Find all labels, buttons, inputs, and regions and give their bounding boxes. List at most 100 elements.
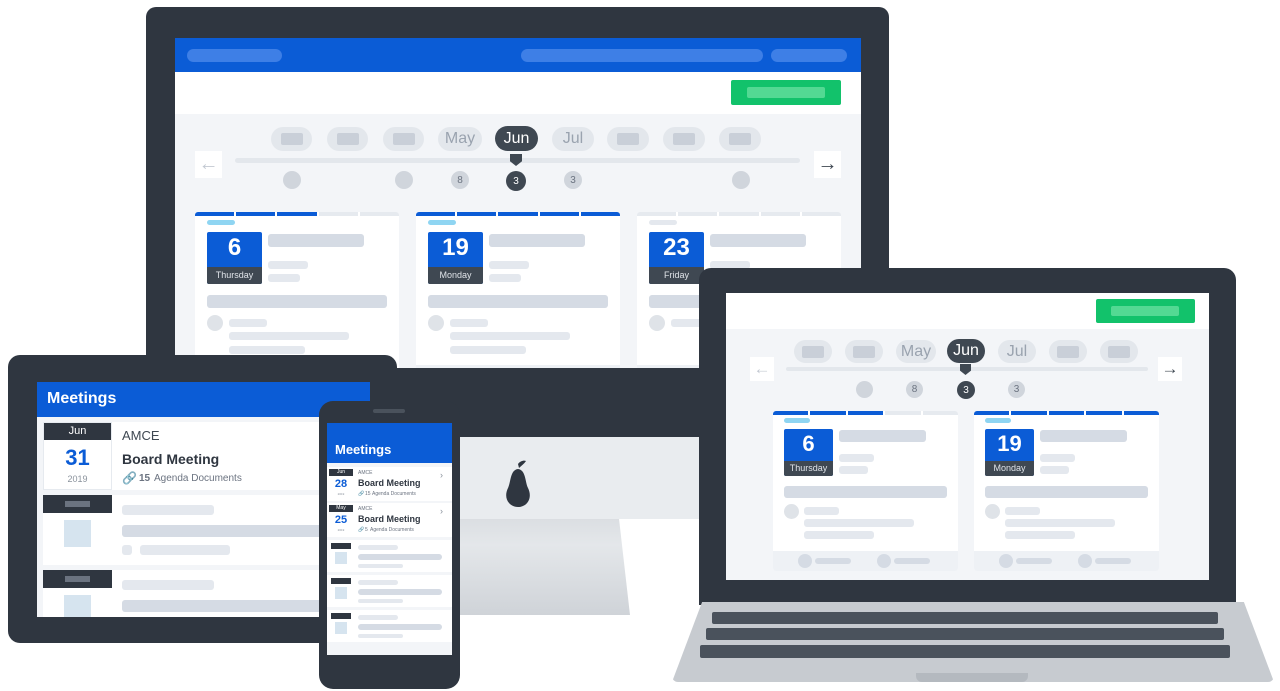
meeting-date-badge: 23 Friday <box>649 232 704 284</box>
meeting-date-block: Jun 31 2019 <box>43 422 112 490</box>
timeline-marker[interactable] <box>510 154 522 166</box>
meeting-card[interactable]: 19 Monday <box>974 411 1159 571</box>
paperclip-icon: 🔗 <box>358 491 365 497</box>
arrow-left-icon[interactable]: ← <box>750 357 774 381</box>
phone-header-title: Meetings <box>335 442 392 457</box>
desktop-brand-placeholder[interactable] <box>187 49 282 62</box>
list-item[interactable]: Jun 28 2019 AMCE Board Meeting 🔗 15 Agen… <box>327 467 452 501</box>
meeting-date: 6 <box>802 431 815 456</box>
timeline-dot-badge[interactable]: 3 <box>1008 381 1025 398</box>
timeline-dot[interactable] <box>283 171 301 189</box>
month-pill[interactable] <box>271 127 312 151</box>
timeline-dot-badge[interactable]: 8 <box>906 381 923 398</box>
desktop-toolbar <box>175 72 861 114</box>
month-pill[interactable] <box>845 340 883 363</box>
timeline-dot-badge[interactable]: 3 <box>506 171 526 191</box>
meeting-weekday: Monday <box>428 267 483 284</box>
meeting-org: AMCE <box>122 428 160 443</box>
agenda-docs-count[interactable]: 15 <box>365 491 371 497</box>
meeting-card[interactable]: 19 Monday <box>416 212 620 368</box>
arrow-right-icon[interactable]: → <box>1158 357 1182 381</box>
meeting-weekday: Thursday <box>784 461 833 476</box>
list-item[interactable] <box>327 540 452 572</box>
meeting-date-badge: 6 Thursday <box>207 232 262 284</box>
month-pill-jun[interactable]: Jun <box>495 126 538 151</box>
laptop-trackpad-edge <box>916 673 1028 682</box>
month-pill-jul[interactable]: Jul <box>552 127 594 151</box>
meeting-month: May <box>329 505 353 512</box>
month-pill-jun[interactable]: Jun <box>947 339 985 363</box>
timeline-dot[interactable] <box>395 171 413 189</box>
meeting-org: AMCE <box>358 506 373 512</box>
timeline-dot[interactable] <box>732 171 750 189</box>
meeting-title[interactable]: Board Meeting <box>122 451 219 467</box>
month-pill-may[interactable]: May <box>438 127 482 151</box>
meeting-day: 31 <box>65 445 90 470</box>
meeting-card[interactable]: 6 Thursday <box>773 411 958 571</box>
pear-icon <box>500 460 536 508</box>
paperclip-icon: 🔗 <box>358 527 365 533</box>
month-pill-may[interactable]: May <box>896 340 936 363</box>
meeting-weekday: Monday <box>985 461 1034 476</box>
month-pill[interactable] <box>663 127 705 151</box>
timeline-dot-badge[interactable]: 3 <box>564 171 582 189</box>
laptop-add-meeting-button[interactable] <box>1096 299 1195 323</box>
meeting-year: 2019 <box>337 528 345 532</box>
phone-screen: Meetings Jun 28 2019 AMCE Board Meeting … <box>327 423 452 655</box>
tablet-header-title: Meetings <box>47 390 117 407</box>
list-item[interactable] <box>327 575 452 607</box>
agenda-docs-label[interactable]: Agenda Documents <box>370 527 414 533</box>
list-item[interactable] <box>327 610 452 642</box>
meeting-card[interactable]: 6 Thursday <box>195 212 399 368</box>
laptop-screen: May Jun Jul ← → 8 3 3 6 Thursday 19 Mond… <box>726 293 1209 580</box>
laptop-keyboard-row <box>700 645 1230 658</box>
timeline-dot-badge[interactable]: 3 <box>957 381 975 399</box>
laptop-keyboard-row <box>706 628 1224 640</box>
meeting-date: 19 <box>442 234 469 261</box>
timeline-dot-badge[interactable]: 8 <box>451 171 469 189</box>
meeting-date-badge: 19 Monday <box>985 429 1034 476</box>
agenda-docs-count[interactable]: 15 <box>139 473 150 484</box>
meeting-title[interactable]: Board Meeting <box>358 478 421 488</box>
meeting-date-badge: 6 Thursday <box>784 429 833 476</box>
meeting-date: 19 <box>997 431 1022 456</box>
month-pill[interactable] <box>383 127 424 151</box>
phone-header: Meetings <box>327 423 452 463</box>
desktop-add-meeting-button[interactable] <box>731 80 841 105</box>
meeting-month: Jun <box>329 469 353 476</box>
meeting-month: Jun <box>44 423 111 440</box>
desktop-top-bar <box>175 38 861 72</box>
phone-speaker <box>373 409 405 413</box>
timeline-dot[interactable] <box>856 381 873 398</box>
month-pill[interactable] <box>1100 340 1138 363</box>
meeting-year: 2019 <box>67 474 88 484</box>
laptop-keyboard-row <box>712 612 1218 624</box>
agenda-docs-count[interactable]: 5 <box>365 527 368 533</box>
meeting-weekday: Thursday <box>207 267 262 284</box>
month-pill[interactable] <box>794 340 832 363</box>
desktop-nav-placeholder[interactable] <box>521 49 763 62</box>
desktop-user-placeholder[interactable] <box>771 49 847 62</box>
paperclip-icon: 🔗 <box>122 471 137 485</box>
meeting-day: 25 <box>334 514 348 526</box>
laptop-toolbar <box>726 293 1209 329</box>
month-pill[interactable] <box>719 127 761 151</box>
list-item[interactable]: May 25 2019 AMCE Board Meeting 🔗 5 Agend… <box>327 503 452 537</box>
month-pill[interactable] <box>607 127 649 151</box>
timeline-marker[interactable] <box>960 364 971 375</box>
meeting-date: 6 <box>227 234 242 261</box>
agenda-docs-label[interactable]: Agenda Documents <box>372 491 416 497</box>
agenda-docs-label[interactable]: Agenda Documents <box>154 473 242 484</box>
meeting-title[interactable]: Board Meeting <box>358 514 421 524</box>
meeting-weekday: Friday <box>649 267 704 284</box>
meeting-date: 23 <box>663 234 690 261</box>
arrow-left-icon[interactable]: ← <box>195 151 222 178</box>
month-pill[interactable] <box>327 127 368 151</box>
chevron-right-icon[interactable]: › <box>440 470 443 480</box>
chevron-right-icon[interactable]: › <box>440 506 443 516</box>
meeting-year: 2019 <box>337 492 345 496</box>
arrow-right-icon[interactable]: → <box>814 151 841 178</box>
meeting-day: 28 <box>334 478 348 490</box>
month-pill-jul[interactable]: Jul <box>998 340 1036 363</box>
month-pill[interactable] <box>1049 340 1087 363</box>
